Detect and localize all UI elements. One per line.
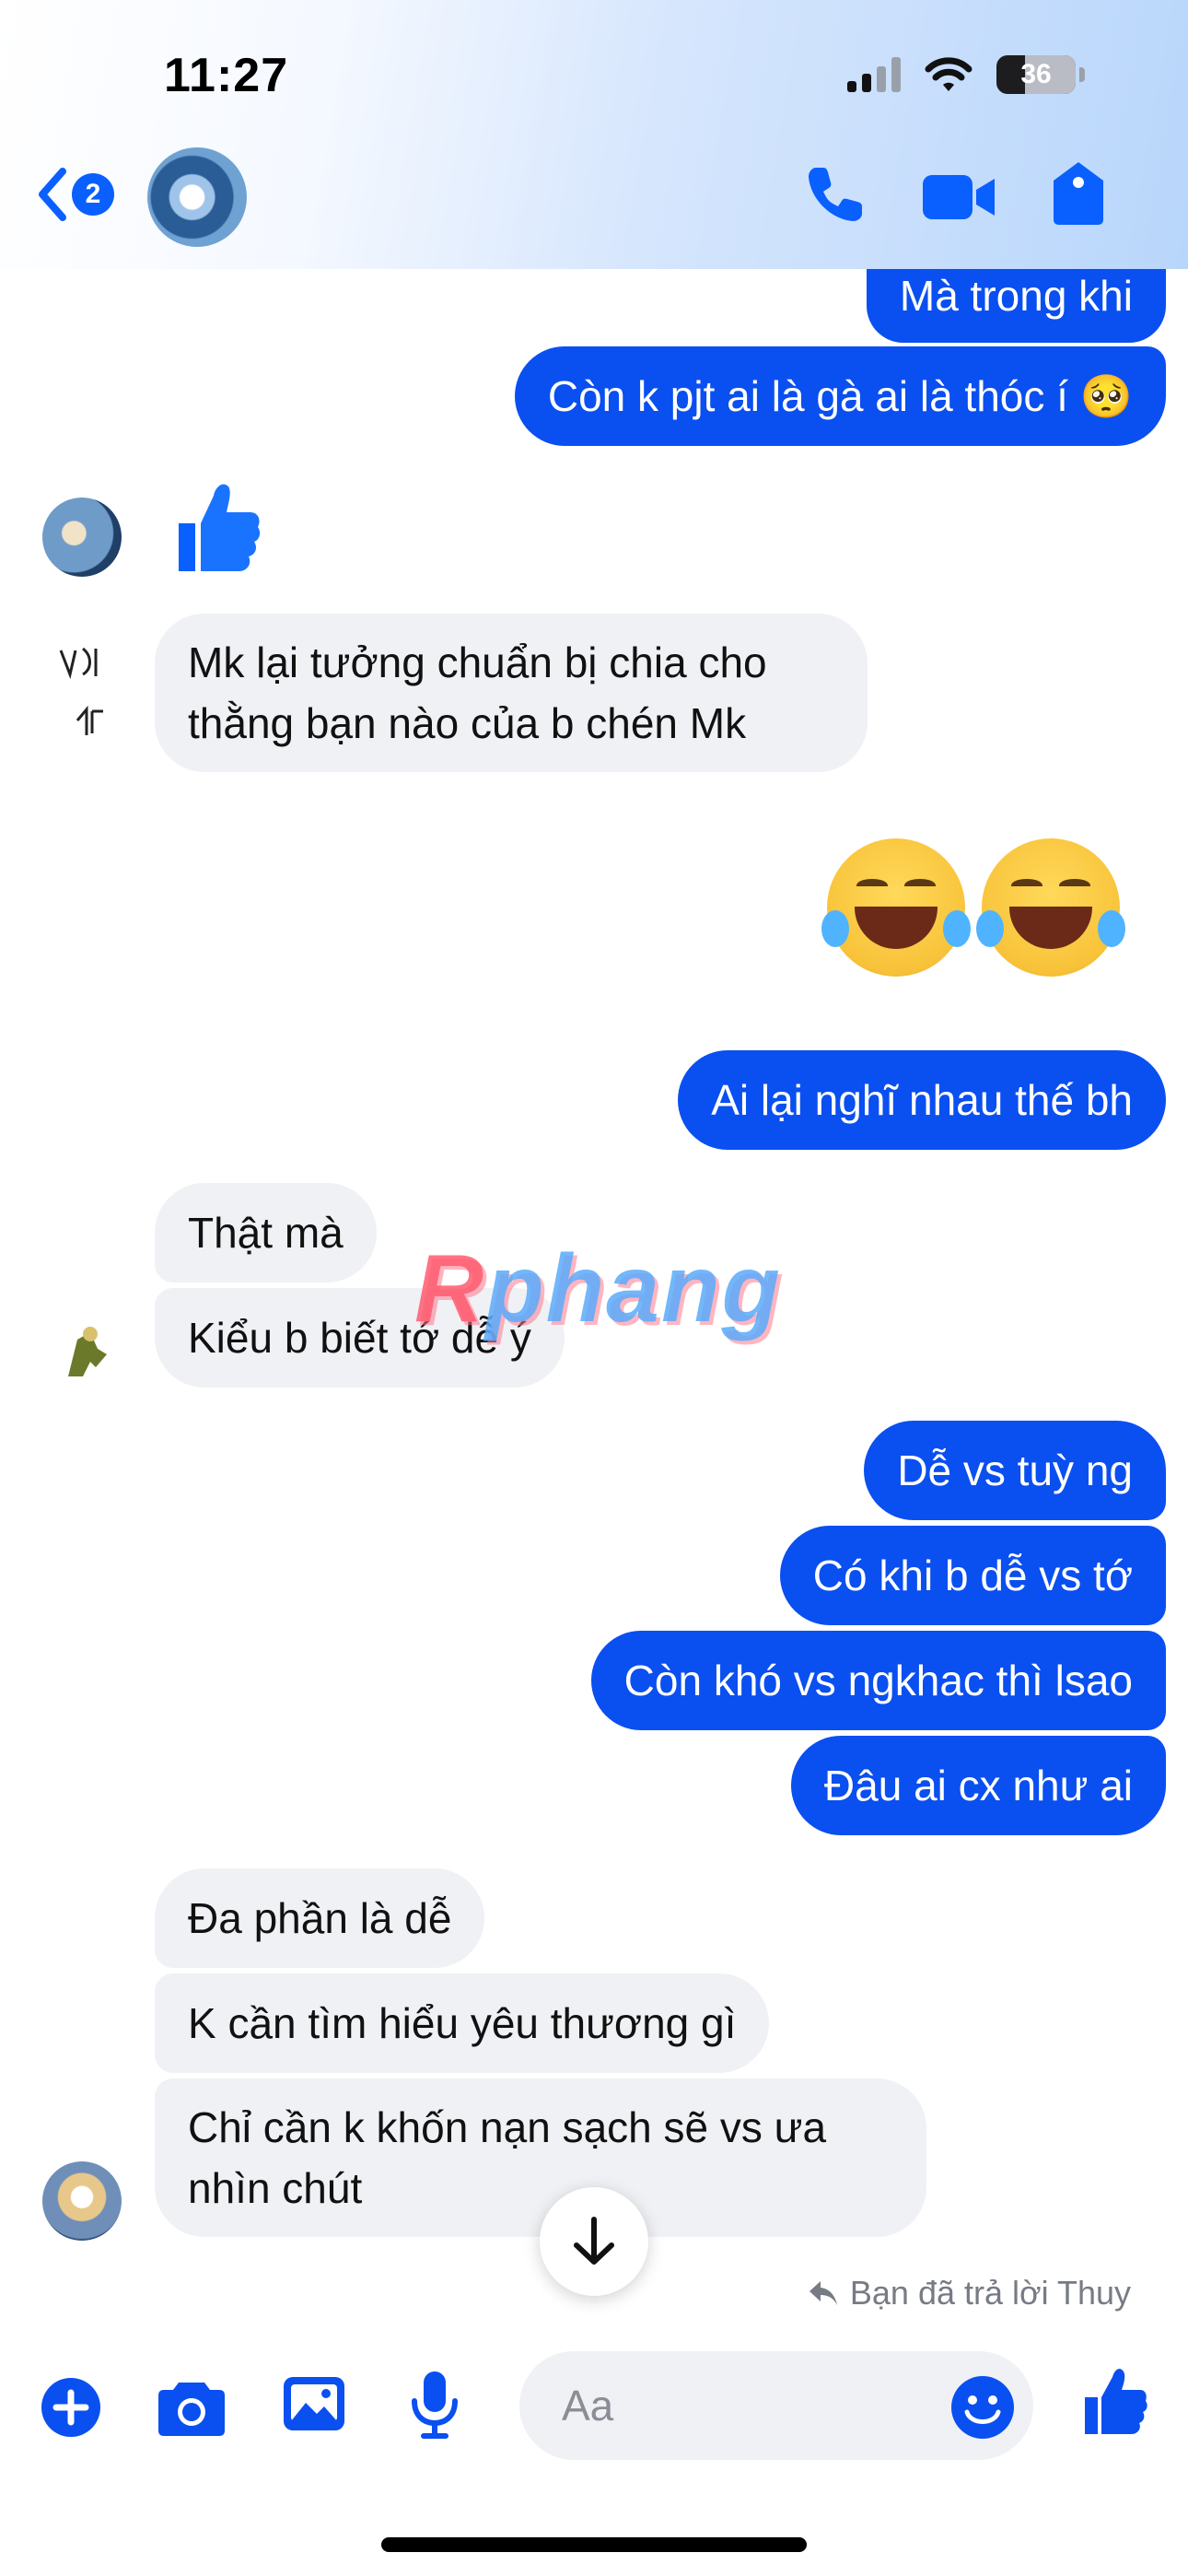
phone-call-icon[interactable] (803, 162, 868, 227)
watermark: Rphang (414, 1235, 783, 1342)
laughing-emoji-icon (821, 838, 971, 977)
message-line: Mk lại tưởng chuẩn bị chia cho (188, 638, 767, 686)
message-outgoing[interactable]: Còn khó vs ngkhac thì lsao (590, 1631, 1166, 1730)
thumbs-up-sticker-icon (179, 484, 261, 571)
plus-circle-icon[interactable] (41, 2377, 101, 2438)
laughing-emoji-icon (976, 838, 1125, 977)
message-line: thằng bạn nào của b chén Mk (188, 699, 747, 747)
contact-avatar-small[interactable] (50, 1312, 123, 1386)
wifi-icon (925, 57, 973, 91)
status-icons: 36 (847, 55, 1085, 94)
video-call-icon[interactable] (921, 171, 996, 223)
message-incoming[interactable]: K cần tìm hiểu yêu thương gì (155, 1973, 770, 2073)
cellular-signal-icon (847, 57, 901, 92)
reply-indicator-text: Bạn đã trả lời Thuy (849, 2274, 1131, 2312)
message-outgoing[interactable]: Có khi b dễ vs tớ (779, 1526, 1166, 1625)
arrow-down-icon (574, 2217, 614, 2265)
microphone-icon[interactable] (409, 2370, 460, 2440)
message-input-placeholder: Aa (562, 2382, 614, 2430)
status-time: 11:27 (164, 49, 289, 102)
contact-avatar-small[interactable] (42, 498, 122, 577)
message-line: Chỉ cần k khốn nạn sạch sẽ vs ưa (188, 2103, 827, 2151)
scroll-to-bottom-button[interactable] (540, 2187, 648, 2296)
battery-icon: 36 (996, 55, 1076, 94)
emoji-icon[interactable] (950, 2375, 1015, 2440)
chevron-left-icon (39, 168, 66, 221)
contact-signature-avatar (59, 647, 103, 735)
message-outgoing[interactable]: Dễ vs tuỳ ng (864, 1421, 1166, 1520)
thumbs-up-icon[interactable] (1081, 2364, 1149, 2438)
message-outgoing[interactable]: Đâu ai cx như ai (790, 1736, 1166, 1835)
message-incoming[interactable]: Thật mà (155, 1183, 377, 1282)
contact-avatar[interactable] (147, 147, 247, 247)
contact-avatar-small[interactable] (42, 2161, 122, 2241)
message-incoming[interactable]: Đa phần là dễ (155, 1868, 485, 1968)
gallery-icon[interactable] (282, 2373, 346, 2434)
message-outgoing[interactable]: Còn k pjt ai là gà ai là thóc í 🥺 (514, 346, 1166, 446)
reply-arrow-icon (809, 2281, 837, 2305)
message-incoming[interactable]: Mk lại tưởng chuẩn bị chia cho thằng bạn… (155, 614, 868, 772)
reply-indicator: Bạn đã trả lời Thuy (808, 2274, 1131, 2313)
battery-level: 36 (1020, 59, 1052, 89)
home-indicator[interactable] (381, 2537, 807, 2552)
back-button[interactable]: 2 (35, 166, 114, 223)
message-outgoing[interactable]: Ai lại nghĩ nhau thế bh (678, 1050, 1166, 1150)
battery-tip (1079, 67, 1085, 82)
message-incoming[interactable]: Chỉ cần k khốn nạn sạch sẽ vs ưa nhìn ch… (155, 2078, 926, 2237)
unread-count-badge: 2 (72, 173, 114, 216)
tag-icon[interactable] (1050, 158, 1107, 227)
chat-header: 11:27 36 2 (0, 0, 1188, 269)
message-line: nhìn chút (188, 2164, 363, 2212)
camera-icon[interactable] (157, 2377, 227, 2438)
